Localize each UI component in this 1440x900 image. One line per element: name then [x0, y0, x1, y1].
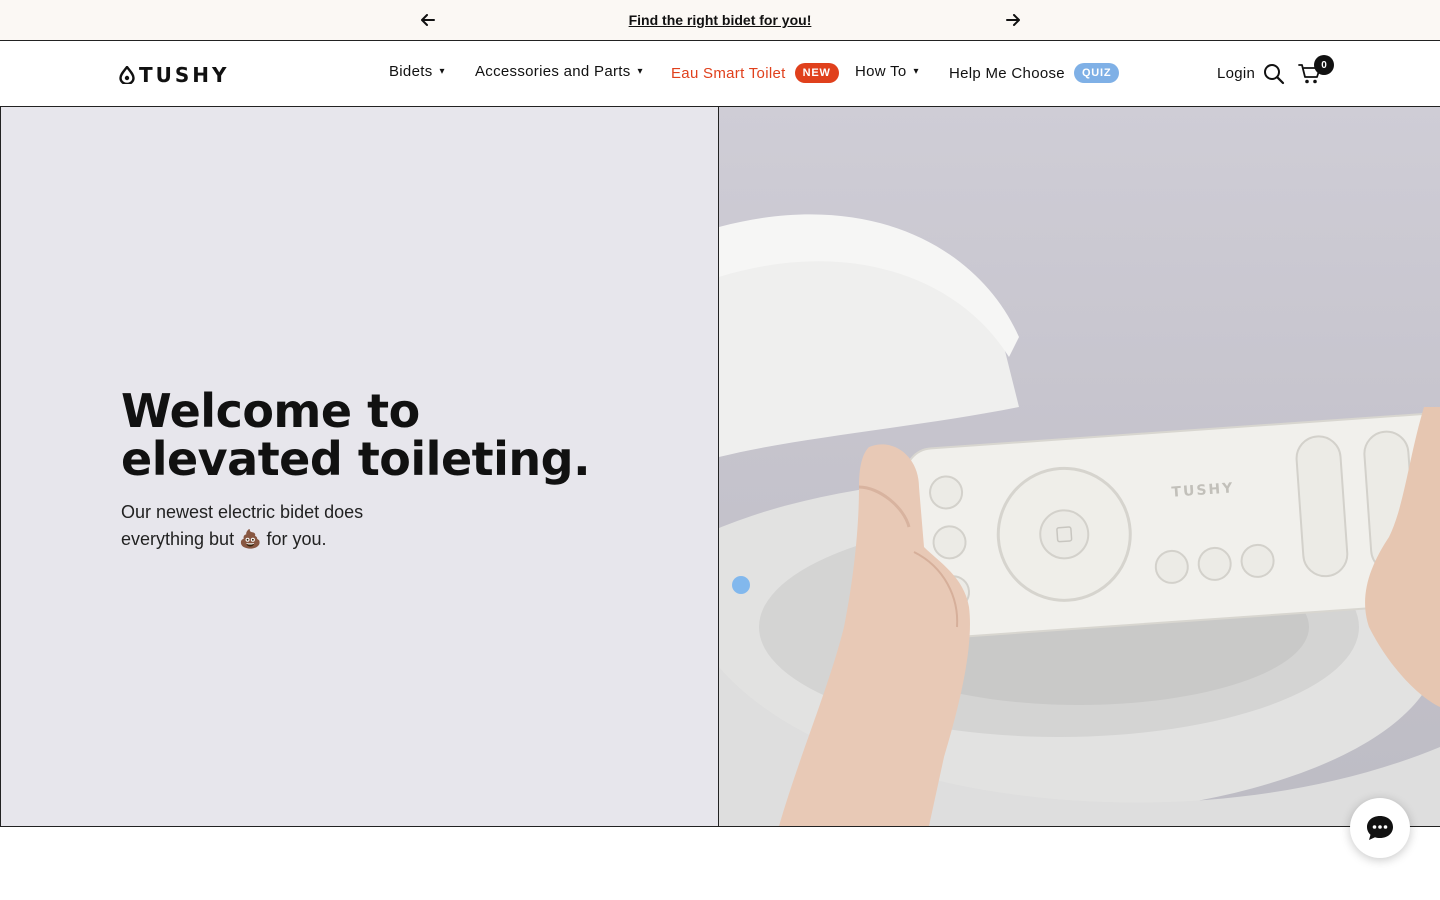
logo[interactable]: TUSHY — [119, 63, 230, 87]
remote-control-photo: TUSHY — [719, 214, 1440, 826]
cart-button[interactable]: 0 — [1296, 55, 1336, 89]
hero-subtitle: Our newest electric bidet does everythin… — [121, 502, 364, 549]
caret-down-icon: ▾ — [913, 66, 919, 77]
water-drop-logo-icon — [119, 66, 135, 84]
announcement-next-button[interactable] — [1002, 10, 1024, 30]
nav-item-help-me-choose[interactable]: Help Me Choose QUIZ — [949, 63, 1120, 83]
nav-item-label: Accessories and Parts — [475, 63, 631, 80]
hero-section: Welcome to elevated toileting. Our newes… — [0, 107, 1440, 827]
hero-image: TUSHY — [719, 107, 1440, 826]
site-header: TUSHY Bidets ▾ Accessories and Parts ▾ E… — [0, 41, 1440, 107]
nav-item-label: Help Me Choose — [949, 64, 1065, 82]
hero-text-panel: Welcome to elevated toileting. Our newes… — [0, 107, 719, 826]
quiz-badge: QUIZ — [1073, 63, 1120, 83]
new-badge: NEW — [794, 63, 839, 83]
nav-item-label: Bidets — [389, 63, 433, 80]
nav-item-accessories[interactable]: Accessories and Parts ▾ — [475, 63, 643, 80]
caret-down-icon: ▾ — [439, 66, 445, 77]
chat-bubble-icon — [1367, 816, 1393, 840]
login-link[interactable]: Login — [1217, 65, 1255, 82]
logo-text: TUSHY — [139, 63, 230, 87]
nav-item-bidets[interactable]: Bidets ▾ — [389, 63, 445, 80]
cart-count-badge: 0 — [1314, 55, 1334, 75]
nav-item-how-to[interactable]: How To ▾ — [855, 63, 919, 80]
announcement-bar: Find the right bidet for you! — [0, 0, 1440, 41]
caret-down-icon: ▾ — [637, 66, 643, 77]
chat-button[interactable] — [1350, 798, 1410, 858]
nav-item-eau-smart-toilet[interactable]: Eau Smart Toilet NEW — [671, 63, 839, 83]
arrow-right-icon — [1006, 14, 1020, 26]
announcement-link[interactable]: Find the right bidet for you! — [629, 12, 812, 28]
hero-title: Welcome to elevated toileting. — [121, 384, 591, 486]
nav-item-label: Eau Smart Toilet — [671, 64, 786, 82]
nav-item-label: How To — [855, 63, 907, 80]
search-icon[interactable] — [1263, 63, 1285, 85]
